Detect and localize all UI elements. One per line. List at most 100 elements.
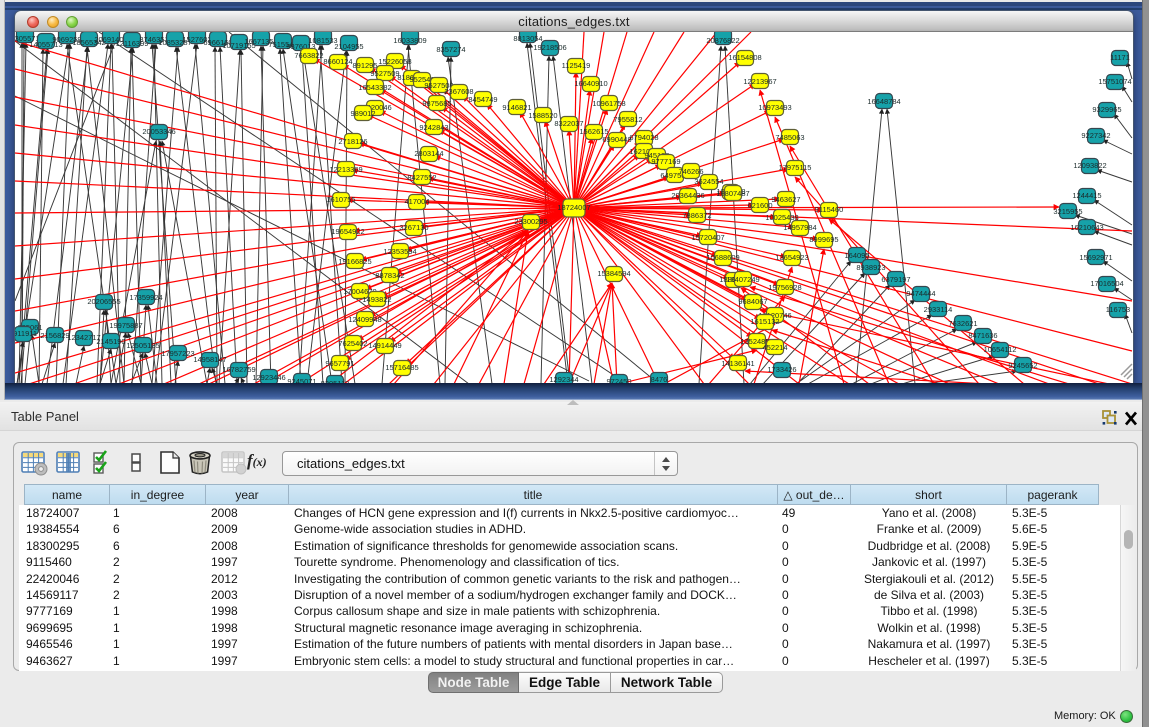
svg-text:9527509: 9527509 [370,69,399,78]
svg-text:8878342: 8878342 [375,271,404,280]
svg-text:1493822: 1493822 [362,295,391,304]
svg-text:2718126: 2718126 [338,137,367,146]
svg-text:8357274: 8357274 [436,45,465,54]
svg-text:17359924: 17359924 [129,293,162,302]
svg-text:7886372: 7886372 [682,211,711,220]
svg-text:16210643: 16210643 [1070,223,1103,232]
svg-text:9777169: 9777169 [651,157,680,166]
svg-text:19654922: 19654922 [331,227,364,236]
svg-text:13654923: 13654923 [775,253,808,262]
svg-text:1733426: 1733426 [767,365,796,374]
svg-text:19218506: 19218506 [533,43,566,52]
svg-text:2156829: 2156829 [40,331,69,340]
svg-text:746266: 746266 [678,167,703,176]
svg-text:10688609: 10688609 [706,253,739,262]
svg-text:16648784: 16648784 [867,97,900,106]
svg-text:9329965: 9329965 [1092,105,1121,114]
svg-text:12213967: 12213967 [743,77,776,86]
svg-text:9684067: 9684067 [738,297,767,306]
svg-text:14914449: 14914449 [368,341,401,350]
svg-text:7625402: 7625402 [338,339,367,348]
svg-text:12093822: 12093822 [1073,161,1106,170]
svg-text:14957984: 14957984 [783,223,816,232]
svg-text:1615132: 1615132 [750,317,779,326]
svg-text:8813054: 8813054 [513,34,542,43]
svg-text:7955812: 7955812 [613,115,642,124]
svg-text:10654112: 10654112 [984,345,1017,354]
svg-text:14958147: 14958147 [193,355,226,364]
svg-text:12923446: 12923446 [252,373,285,382]
svg-text:7485063: 7485063 [775,133,804,142]
svg-text:15226058: 15226058 [378,57,411,66]
svg-text:15692971: 15692971 [1079,253,1112,262]
svg-text:2803144: 2803144 [414,149,443,158]
svg-text:20876822: 20876822 [706,36,739,45]
svg-text:14136141: 14136141 [721,359,754,368]
svg-text:3624554: 3624554 [694,177,723,186]
svg-text:9227342: 9227342 [1081,131,1110,140]
svg-text:16640910: 16640910 [574,79,607,88]
svg-text:16782759: 16782759 [222,365,255,374]
svg-text:8471636: 8471636 [968,331,997,340]
svg-text:12213369: 12213369 [329,165,362,174]
svg-text:19166825: 19166825 [338,257,371,266]
svg-text:15751074: 15751074 [1098,77,1131,86]
svg-text:9115460: 9115460 [815,205,844,214]
svg-text:417004: 417004 [404,197,429,206]
svg-text:17975115: 17975115 [779,163,812,172]
svg-text:10973493: 10973493 [758,103,791,112]
svg-text:12353594: 12353594 [383,247,416,256]
svg-text:23300295: 23300295 [514,217,547,226]
svg-text:2933114: 2933114 [924,305,953,314]
svg-text:989012: 989012 [350,109,375,118]
svg-text:3215955: 3215955 [1053,207,1082,216]
svg-text:6794028: 6794028 [629,133,658,142]
svg-text:18407249: 18407249 [726,275,759,284]
svg-text:20206555: 20206555 [87,297,120,306]
svg-text:16543382: 16543382 [358,83,391,92]
svg-text:1610755: 1610755 [326,195,355,204]
svg-text:6990448: 6990448 [602,135,631,144]
svg-text:9875685: 9875685 [422,99,451,108]
svg-text:10961758: 10961758 [592,99,625,108]
svg-text:9245652: 9245652 [1008,361,1037,370]
svg-text:1081533: 1081533 [308,36,337,45]
svg-text:19756928: 19756928 [768,283,801,292]
svg-text:3911911: 3911911 [15,329,37,338]
svg-text:15716485: 15716485 [385,363,418,372]
svg-text:8999695: 8999695 [809,235,838,244]
svg-text:16154808: 16154808 [728,53,761,62]
svg-text:621600: 621600 [747,201,772,210]
svg-text:1125419: 1125419 [562,61,591,70]
svg-text:116753: 116753 [1106,305,1130,314]
svg-text:2104955: 2104955 [334,42,363,51]
svg-text:1588520: 1588520 [528,111,557,120]
svg-text:2145190: 2145190 [96,337,125,346]
svg-text:9146821: 9146821 [502,103,531,112]
svg-text:1292344: 1292344 [549,375,578,383]
svg-text:18724007: 18724007 [557,203,590,212]
svg-text:8660124: 8660124 [323,57,352,66]
svg-text:164095: 164095 [844,251,869,260]
svg-text:8476: 8476 [651,375,668,383]
svg-text:15384594: 15384594 [597,269,630,278]
svg-text:20364436: 20364436 [671,191,704,200]
svg-text:9657791: 9657791 [325,359,354,368]
svg-text:8938923: 8938923 [856,263,885,272]
svg-text:12409948: 12409948 [348,315,381,324]
svg-text:20053346: 20053346 [142,127,175,136]
svg-text:10807487: 10807487 [716,189,749,198]
svg-text:17016504: 17016504 [1090,279,1123,288]
svg-text:16033809: 16033809 [393,36,426,45]
svg-text:7632621: 7632621 [948,319,977,328]
svg-text:1244415: 1244415 [1072,191,1101,200]
svg-text:7663822: 7663822 [294,51,323,60]
svg-text:3267130: 3267130 [399,223,428,232]
svg-text:9242843: 9242843 [419,123,448,132]
svg-text:452214: 452214 [762,343,787,352]
svg-text:17957223: 17957223 [161,349,194,358]
svg-text:15720407: 15720407 [691,233,724,242]
svg-text:8454749: 8454749 [468,95,497,104]
svg-text:6379197: 6379197 [881,275,910,284]
svg-text:12505135: 12505135 [126,341,159,350]
